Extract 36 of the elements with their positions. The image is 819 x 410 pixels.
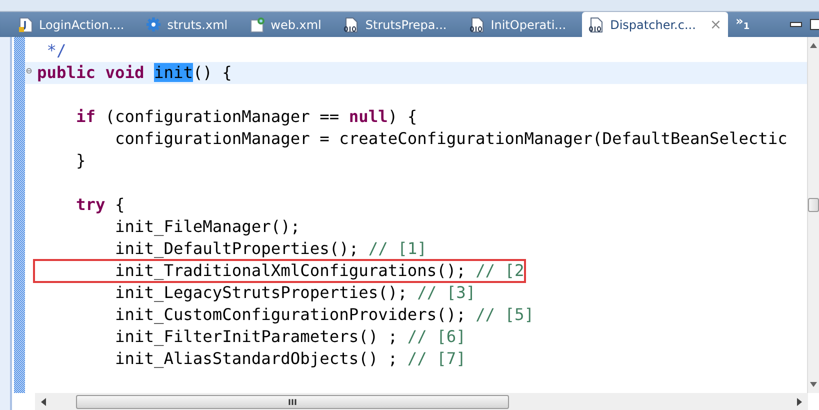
- code-line: init_FileManager();: [114, 216, 300, 238]
- code-line: */: [46, 40, 66, 62]
- maximize-icon[interactable]: [810, 18, 819, 30]
- java-file-icon: [19, 16, 33, 32]
- code-line: if (configurationManager == null) {: [74, 106, 418, 128]
- code-line: init_FilterInitParameters() ; // [6]: [114, 326, 466, 348]
- code-line: }: [74, 150, 86, 172]
- scroll-up-icon[interactable]: [810, 43, 817, 48]
- editor-tab[interactable]: StrutsPrepa...: [337, 12, 463, 37]
- web-file-icon: [250, 16, 265, 32]
- code-line: init_CustomConfigurationProviders(); // [5]: [114, 304, 534, 326]
- fold-toggle[interactable]: ⊖: [26, 62, 32, 82]
- close-icon[interactable]: ×: [710, 16, 722, 32]
- scroll-right-icon[interactable]: [797, 398, 802, 406]
- code-line: public void init() {: [37, 62, 232, 84]
- code-line: configurationManager = createConfigurationManager(DefaultBeanSelectic: [114, 128, 788, 150]
- horizontal-scrollbar[interactable]: III: [35, 393, 808, 410]
- vertical-scrollbar[interactable]: [807, 37, 819, 393]
- gear-icon: [146, 17, 162, 32]
- code-line: init_AliasStandardObjects() ; // [7]: [114, 348, 466, 370]
- binary-file-icon: [343, 16, 360, 32]
- editor-tab[interactable]: LoginAction....: [13, 12, 140, 37]
- scrollbar-thumb[interactable]: III: [76, 394, 509, 408]
- binary-file-icon: [468, 16, 485, 32]
- minimize-icon[interactable]: [790, 22, 802, 28]
- scrollbar-thumb[interactable]: [808, 198, 819, 212]
- scroll-down-icon[interactable]: [810, 382, 817, 387]
- editor-tab[interactable]: struts.xml: [140, 12, 244, 37]
- code-line: init_LegacyStrutsProperties(); // [3]: [114, 282, 476, 304]
- scroll-left-icon[interactable]: [41, 398, 46, 406]
- code-line: try {: [74, 194, 125, 216]
- editor-tab[interactable]: Dispatcher.c... ×: [582, 12, 728, 37]
- editor-tab[interactable]: web.xml: [244, 12, 338, 37]
- binary-file-icon: [588, 16, 604, 32]
- code-line: init_DefaultProperties(); // [1]: [114, 238, 427, 260]
- editor-tab[interactable]: InitOperati...: [462, 12, 582, 37]
